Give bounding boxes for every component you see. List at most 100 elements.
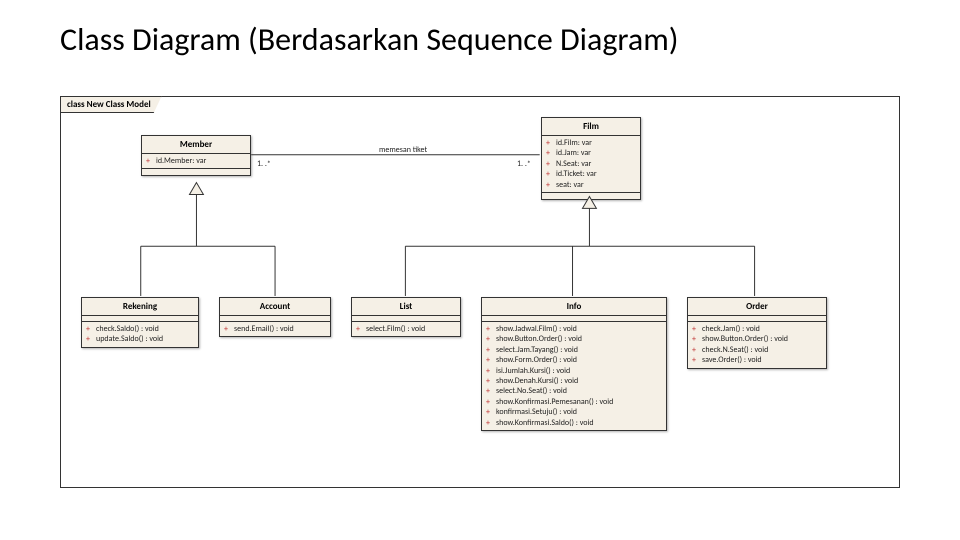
visibility: + [486,386,496,396]
class-member-row: +id.Member: var [142,156,250,166]
class-member-row: +show.Form.Order() : void [482,355,666,365]
visibility: + [486,418,496,428]
visibility: + [146,156,156,166]
visibility: + [486,334,496,344]
member-signature: N.Seat: var [556,159,591,169]
class-member-row: +id.Jam: var [542,148,640,158]
visibility: + [692,324,702,334]
member-signature: isi.Jumlah.Kursi() : void [496,366,570,376]
ops-section [142,169,250,175]
member-signature: check.Jam() : void [702,324,760,334]
class-member-row: +show.Button.Order() : void [482,334,666,344]
class-name: Film [542,118,640,136]
class-member-row: +show.Denah.Kursi() : void [482,376,666,386]
member-signature: select.No.Seat() : void [496,386,567,396]
class-name: Info [482,298,666,316]
visibility: + [486,397,496,407]
class-name: Rekening [82,298,198,316]
visibility: + [486,324,496,334]
visibility: + [86,324,96,334]
class-member-row: +show.Jadwal.Film() : void [482,324,666,334]
member-signature: id.Member: var [156,156,206,166]
visibility: + [224,324,234,334]
member-signature: show.Denah.Kursi() : void [496,376,578,386]
visibility: + [546,148,556,158]
visibility: + [486,376,496,386]
class-member-row: +select.Jam.Tayang() : void [482,345,666,355]
class-member-row: +send.Email() : void [220,324,330,334]
mult-right: 1. .* [517,159,531,169]
attrs-section: +id.Film: var+id.Jam: var+N.Seat: var+id… [542,136,640,193]
class-name: Member [142,136,250,154]
visibility: + [546,180,556,190]
visibility: + [486,407,496,417]
page-title: Class Diagram (Berdasarkan Sequence Diag… [60,20,679,59]
member-signature: save.Order() : void [702,355,762,365]
class-member-row: +save.Order() : void [688,355,826,365]
class-member-row: +konfirmasi.Setuju() : void [482,407,666,417]
visibility: + [546,169,556,179]
class-name: Account [220,298,330,316]
member-signature: show.Button.Order() : void [702,334,788,344]
ops-section: +select.Film() : void [352,322,460,336]
visibility: + [692,334,702,344]
member-signature: show.Form.Order() : void [496,355,577,365]
visibility: + [692,345,702,355]
class-member-row: +update.Saldo() : void [82,334,198,344]
class-member-row: +id.Ticket: var [542,169,640,179]
member-signature: select.Jam.Tayang() : void [496,345,578,355]
member-signature: select.Film() : void [366,324,425,334]
class-member-row: +show.Konfirmasi.Pemesanan() : void [482,397,666,407]
class-info: Info +show.Jadwal.Film() : void+show.But… [481,297,667,431]
ops-section: +check.Saldo() : void+update.Saldo() : v… [82,322,198,347]
member-signature: seat: var [556,180,584,190]
class-member-row: +isi.Jumlah.Kursi() : void [482,366,666,376]
visibility: + [486,355,496,365]
class-member-row: +seat: var [542,180,640,190]
member-signature: show.Jadwal.Film() : void [496,324,577,334]
visibility: + [486,345,496,355]
class-member: Member +id.Member: var [141,135,251,176]
visibility: + [86,334,96,344]
member-signature: check.N.Seat() : void [702,345,768,355]
class-member-row: +check.Jam() : void [688,324,826,334]
member-signature: id.Jam: var [556,148,591,158]
class-member-row: +id.Film: var [542,138,640,148]
visibility: + [486,366,496,376]
class-order: Order +check.Jam() : void+show.Button.Or… [687,297,827,369]
class-account: Account +send.Email() : void [219,297,331,337]
class-list: List +select.Film() : void [351,297,461,337]
class-member-row: +select.No.Seat() : void [482,386,666,396]
class-name: Order [688,298,826,316]
association-label: memesan tiket [379,145,427,155]
visibility: + [546,159,556,169]
class-member-row: +check.N.Seat() : void [688,345,826,355]
class-member-row: +select.Film() : void [352,324,460,334]
member-signature: id.Ticket: var [556,169,597,179]
ops-section: +send.Email() : void [220,322,330,336]
class-member-row: +check.Saldo() : void [82,324,198,334]
ops-section: +show.Jadwal.Film() : void+show.Button.O… [482,322,666,430]
class-rekening: Rekening +check.Saldo() : void+update.Sa… [81,297,199,348]
class-member-row: +show.Button.Order() : void [688,334,826,344]
visibility: + [692,355,702,365]
ops-section [542,193,640,199]
member-signature: konfirmasi.Setuju() : void [496,407,577,417]
visibility: + [356,324,366,334]
class-member-row: +N.Seat: var [542,159,640,169]
attrs-section: +id.Member: var [142,154,250,169]
class-member-row: +show.Konfirmasi.Saldo() : void [482,418,666,428]
diagram-frame: class New Class Model Member +id.Member:… [60,96,900,488]
member-signature: show.Konfirmasi.Pemesanan() : void [496,397,613,407]
member-signature: send.Email() : void [234,324,294,334]
member-signature: show.Button.Order() : void [496,334,582,344]
member-signature: check.Saldo() : void [96,324,159,334]
member-signature: update.Saldo() : void [96,334,163,344]
class-name: List [352,298,460,316]
class-film: Film +id.Film: var+id.Jam: var+N.Seat: v… [541,117,641,200]
member-signature: id.Film: var [556,138,592,148]
visibility: + [546,138,556,148]
frame-label: class New Class Model [60,96,162,113]
ops-section: +check.Jam() : void+show.Button.Order() … [688,322,826,368]
mult-left: 1. .* [257,159,271,169]
